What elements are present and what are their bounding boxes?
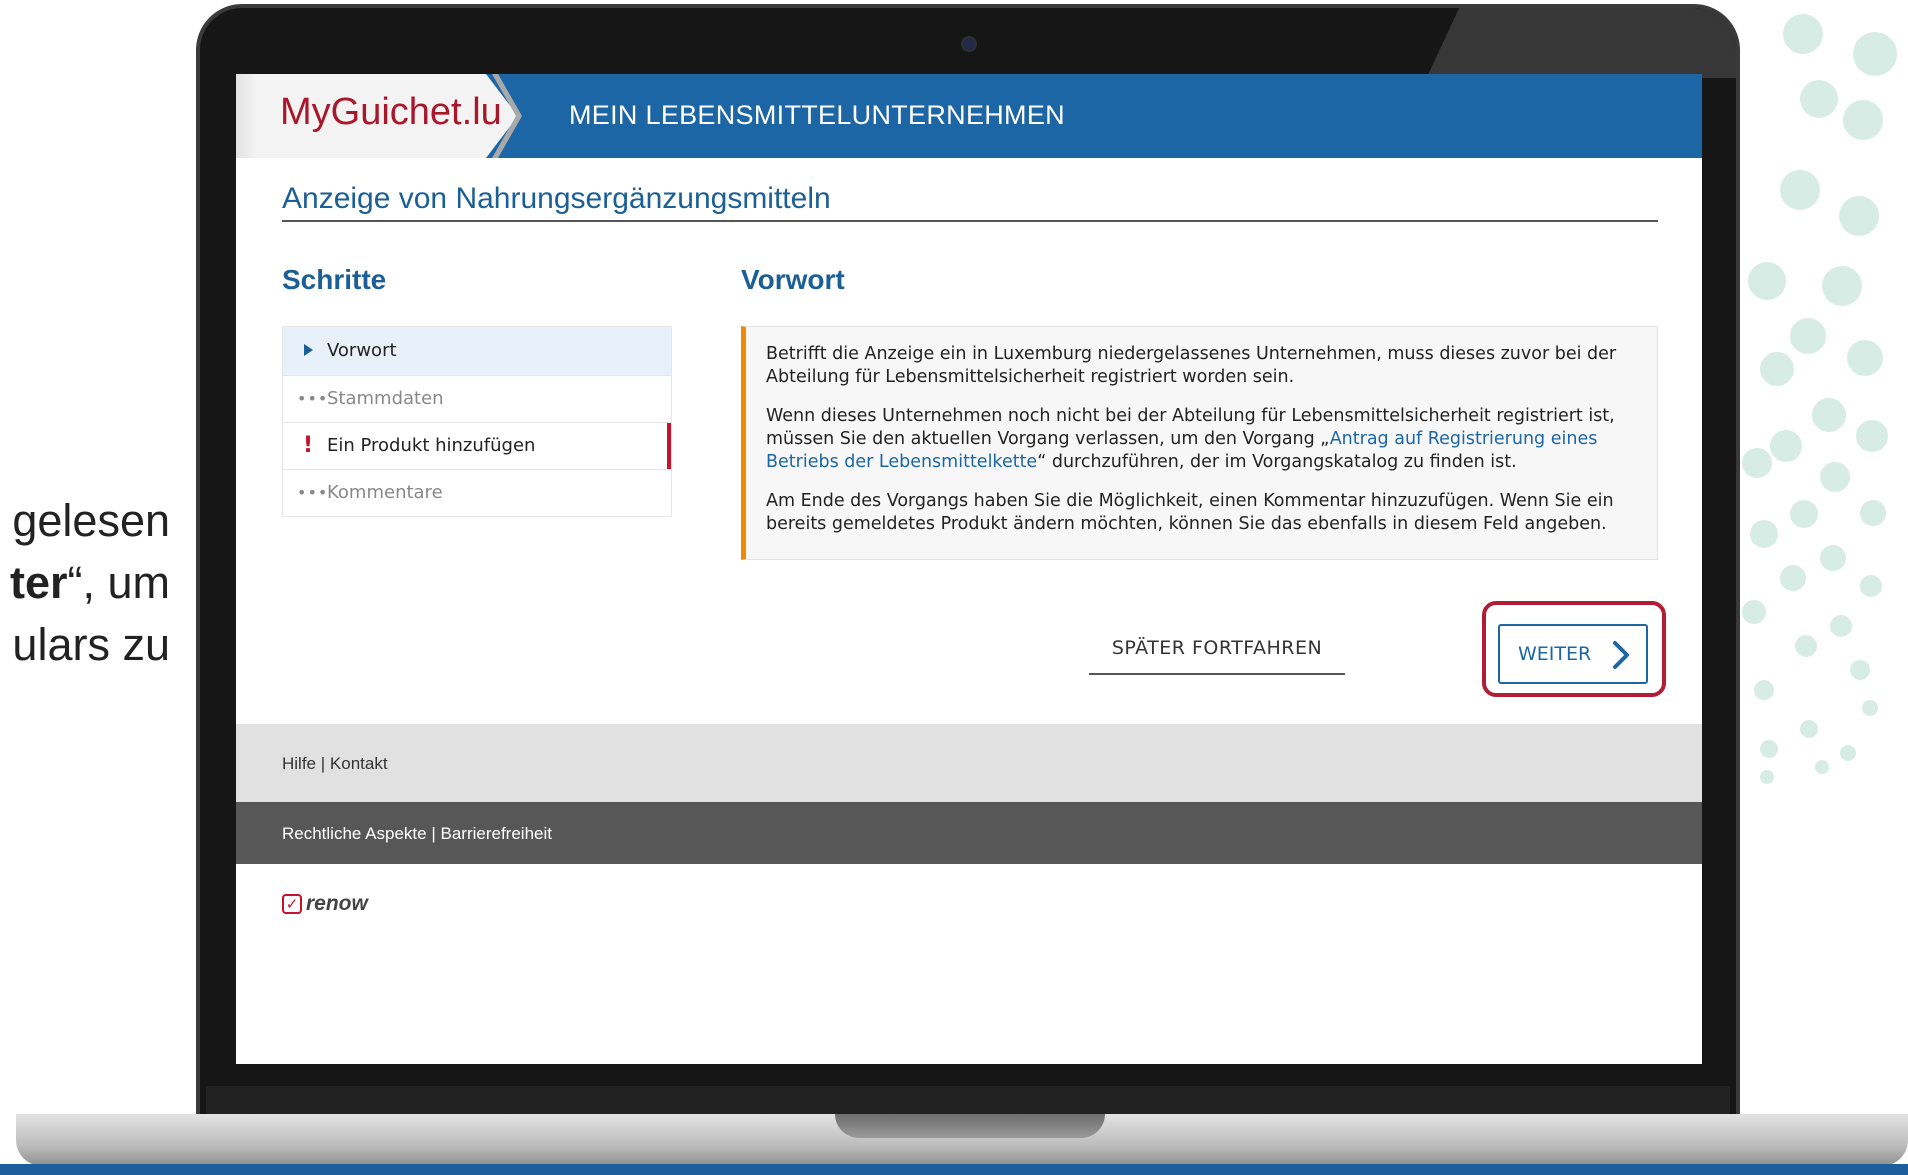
browser-screen: MyGuichet.lu MEIN LEBENSMITTELUNTERNEHME… [236, 74, 1702, 1064]
logo-main: MyGuichet [280, 91, 462, 133]
step-label: Stammdaten [327, 388, 444, 409]
ellipsis-icon: ••• [297, 483, 329, 502]
laptop-bottom-bezel [206, 1086, 1730, 1116]
logo-dot: . [461, 91, 473, 133]
steps-list: Vorwort ••• Stammdaten ! Ein Produkt hin… [282, 326, 672, 517]
step-kommentare[interactable]: ••• Kommentare [283, 470, 671, 516]
footer-legal: Rechtliche Aspekte | Barrierefreiheit [236, 802, 1702, 864]
caret-right-icon [297, 327, 319, 375]
instruction-line-2: ter“, um [0, 552, 170, 614]
bottom-blue-strip [0, 1164, 1908, 1175]
next-button-label: WEITER [1518, 643, 1592, 665]
accessibility-link[interactable]: Barrierefreiheit [440, 824, 552, 843]
info-paragraph-3: Am Ende des Vorgangs haben Sie die Mögli… [766, 491, 1614, 534]
steps-heading: Schritte [282, 264, 387, 295]
instruction-text: gelesen ter“, um ulars zu [0, 490, 170, 676]
camera-icon [961, 36, 977, 52]
site-logo[interactable]: MyGuichet.lu [280, 91, 502, 134]
info-paragraph-1: Betrifft die Anzeige ein in Luxemburg ni… [766, 344, 1617, 387]
page-title: Anzeige von Nahrungsergänzungsmitteln [282, 182, 831, 215]
info-box: Betrifft die Anzeige ein in Luxemburg ni… [741, 326, 1658, 560]
footer-help: Hilfe | Kontakt [236, 724, 1702, 802]
instruction-line-2-rest: “, um [67, 557, 170, 608]
step-label: Kommentare [327, 482, 443, 503]
section-heading: Vorwort [741, 264, 845, 295]
lid-reflection [1356, 8, 1736, 78]
checkbox-icon: ✓ [282, 894, 302, 914]
renow-logo[interactable]: ✓ renow [282, 892, 368, 916]
step-produkt-hinzufuegen[interactable]: ! Ein Produkt hinzufügen [283, 423, 671, 470]
footer-legal-links: Rechtliche Aspekte | Barrierefreiheit [282, 824, 552, 844]
info-paragraph-2-end: “ durchzuführen, der im Vorgangskatalog … [1037, 452, 1517, 472]
chevron-right-icon [1612, 640, 1630, 675]
ellipsis-icon: ••• [297, 389, 329, 408]
footer-separator: | [320, 754, 326, 773]
site-header: MyGuichet.lu MEIN LEBENSMITTELUNTERNEHME… [236, 74, 1702, 158]
info-paragraph-2: Wenn dieses Unternehmen noch nicht bei d… [766, 405, 1637, 474]
exclamation-icon: ! [302, 433, 314, 458]
step-vorwort[interactable]: Vorwort [283, 327, 671, 376]
laptop-notch [835, 1114, 1105, 1138]
step-stammdaten[interactable]: ••• Stammdaten [283, 376, 671, 423]
header-title[interactable]: MEIN LEBENSMITTELUNTERNEHMEN [569, 100, 1065, 131]
instruction-line-1: gelesen [12, 495, 170, 546]
legal-link[interactable]: Rechtliche Aspekte [282, 824, 427, 843]
next-button[interactable]: WEITER [1498, 624, 1648, 684]
contact-link[interactable]: Kontakt [330, 754, 388, 773]
renow-label: renow [306, 892, 368, 915]
footer-separator: | [431, 824, 436, 843]
instruction-line-3: ulars zu [12, 619, 170, 670]
continue-later-button[interactable]: SPÄTER FORTFAHREN [1089, 623, 1345, 675]
title-divider [282, 220, 1658, 222]
instruction-bold-word: ter [9, 557, 68, 608]
help-link[interactable]: Hilfe [282, 754, 316, 773]
footer-help-links: Hilfe | Kontakt [282, 754, 388, 774]
logo-tld: lu [472, 91, 502, 133]
step-label: Ein Produkt hinzufügen [327, 435, 536, 456]
step-label: Vorwort [327, 340, 397, 361]
